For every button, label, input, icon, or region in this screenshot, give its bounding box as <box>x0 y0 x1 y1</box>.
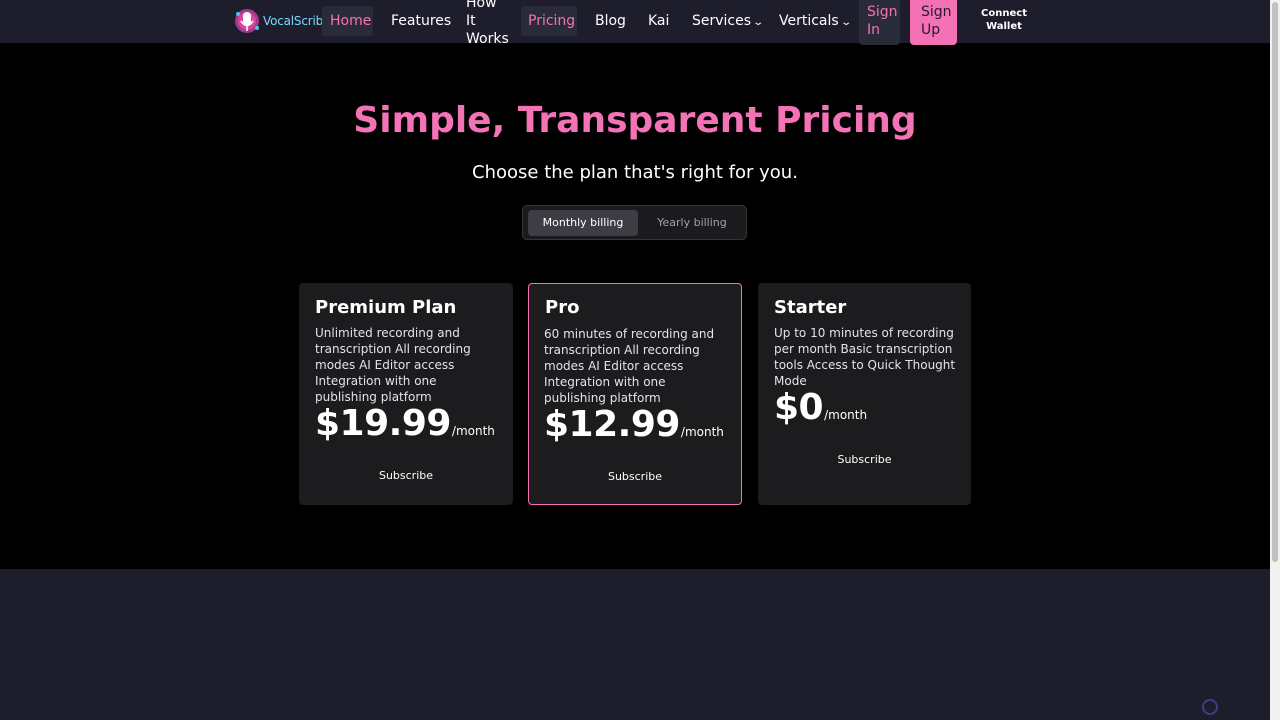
chevron-down-icon: ⌄ <box>840 17 852 28</box>
nav-verticals-dropdown[interactable]: Verticals⌄ <box>779 12 852 32</box>
plan-price: $0 /month <box>774 387 867 428</box>
plan-price: $12.99 /month <box>544 404 724 445</box>
page-scrollbar[interactable] <box>1270 0 1280 720</box>
plan-card-pro: Pro 60 minutes of recording and transcri… <box>528 283 742 505</box>
billing-toggle: Monthly billing Yearly billing <box>522 205 747 240</box>
price-unit: /month <box>680 425 724 439</box>
plan-card-starter: Starter Up to 10 minutes of recording pe… <box>758 283 971 505</box>
nav-verticals-label: Verticals <box>779 13 839 29</box>
monthly-billing-button[interactable]: Monthly billing <box>528 210 638 236</box>
chevron-down-icon: ⌄ <box>752 17 765 28</box>
plan-description: Unlimited recording and transcription Al… <box>315 326 471 404</box>
nav-kai-link[interactable]: Kai <box>648 12 669 30</box>
nav-services-label: Services <box>692 13 752 29</box>
plan-price: $19.99 /month <box>315 403 495 444</box>
price-unit: /month <box>451 424 495 438</box>
nav-pricing-link[interactable]: Pricing <box>528 12 575 30</box>
nav-features-link[interactable]: Features <box>391 12 451 30</box>
scrollbar-thumb[interactable] <box>1272 2 1278 562</box>
price-amount: $0 <box>774 387 824 428</box>
microphone-logo-icon <box>233 6 261 36</box>
footer-section <box>0 569 1270 720</box>
plan-name: Premium Plan <box>315 297 457 318</box>
nav-blog-link[interactable]: Blog <box>595 12 626 30</box>
nav-how-it-works-link[interactable]: How It Works <box>466 0 509 48</box>
plan-name: Starter <box>774 297 847 318</box>
subscribe-button[interactable]: Subscribe <box>758 453 971 466</box>
yearly-billing-button[interactable]: Yearly billing <box>637 210 747 236</box>
subscribe-button[interactable]: Subscribe <box>299 469 513 482</box>
sign-up-label[interactable]: Sign Up <box>921 3 953 39</box>
price-amount: $19.99 <box>315 403 451 444</box>
nav-home-link[interactable]: Home <box>330 12 371 30</box>
plan-name: Pro <box>545 297 580 318</box>
brand-logo[interactable]: VocalScribe <box>233 6 330 36</box>
sign-in-label[interactable]: Sign In <box>867 3 898 39</box>
subscribe-button[interactable]: Subscribe <box>529 470 741 483</box>
page-subtitle: Choose the plan that's right for you. <box>472 162 798 183</box>
brand-name: VocalScribe <box>263 14 331 28</box>
price-unit: /month <box>824 408 868 422</box>
plan-description: 60 minutes of recording and transcriptio… <box>544 327 715 405</box>
price-amount: $12.99 <box>544 404 680 445</box>
plan-description: Up to 10 minutes of recording per month … <box>774 326 956 388</box>
widget-icon[interactable] <box>1202 699 1218 715</box>
page-title: Simple, Transparent Pricing <box>353 100 917 141</box>
top-navigation: VocalScribe Home Features How It Works P… <box>0 0 1270 47</box>
connect-wallet-button[interactable]: Connect Wallet <box>978 7 1030 33</box>
nav-services-dropdown[interactable]: Services⌄ <box>692 12 765 32</box>
plan-card-premium: Premium Plan Unlimited recording and tra… <box>299 283 513 505</box>
